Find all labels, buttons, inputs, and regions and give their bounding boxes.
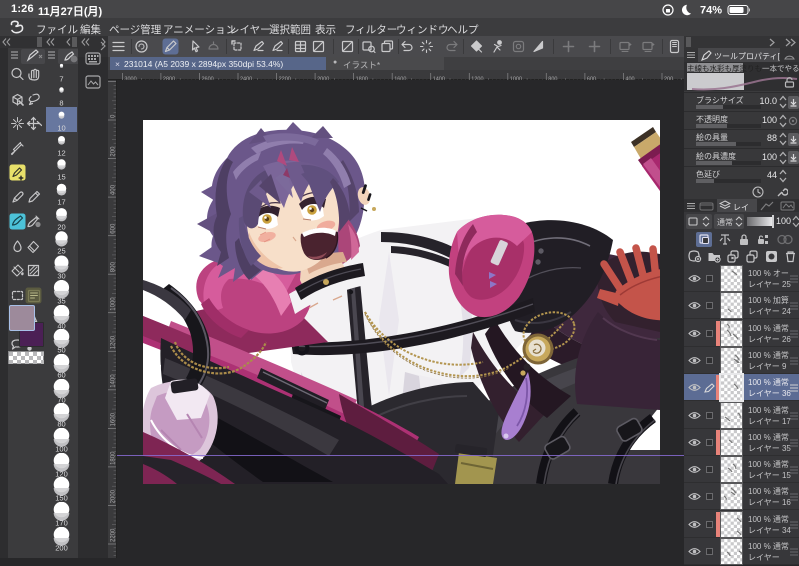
svg-text:74%: 74% — [700, 5, 722, 17]
svg-text:1000: 1000 — [111, 297, 117, 311]
svg-text:2200: 2200 — [111, 528, 117, 542]
svg-text:7: 7 — [59, 74, 63, 82]
svg-text:40: 40 — [57, 321, 65, 329]
svg-text:1400: 1400 — [111, 374, 117, 388]
svg-text:25: 25 — [57, 247, 65, 255]
svg-text:400: 400 — [111, 184, 117, 195]
svg-text:60: 60 — [57, 370, 65, 378]
svg-text:20: 20 — [57, 222, 65, 230]
svg-text:2000: 2000 — [111, 489, 117, 503]
svg-text:800: 800 — [111, 262, 117, 273]
svg-text:17: 17 — [57, 198, 65, 206]
svg-text:1600: 1600 — [111, 412, 117, 426]
svg-text:15: 15 — [57, 173, 65, 181]
svg-text:200: 200 — [111, 146, 117, 157]
svg-text:0: 0 — [111, 114, 117, 118]
svg-text:12: 12 — [57, 148, 65, 156]
svg-text:1800: 1800 — [111, 451, 117, 465]
svg-text:170: 170 — [55, 519, 68, 527]
svg-text:80: 80 — [57, 420, 65, 428]
svg-text:30: 30 — [57, 272, 65, 280]
svg-text:1200: 1200 — [111, 335, 117, 349]
svg-text:50: 50 — [57, 346, 65, 354]
svg-text:70: 70 — [57, 395, 65, 403]
svg-text:600: 600 — [111, 223, 117, 234]
svg-text:10: 10 — [57, 123, 65, 131]
svg-text:35: 35 — [57, 296, 65, 304]
svg-text:150: 150 — [55, 494, 68, 502]
svg-text:8: 8 — [59, 99, 63, 107]
svg-text:100: 100 — [55, 445, 68, 453]
svg-text:200: 200 — [55, 543, 68, 551]
svg-text:120: 120 — [55, 469, 68, 477]
